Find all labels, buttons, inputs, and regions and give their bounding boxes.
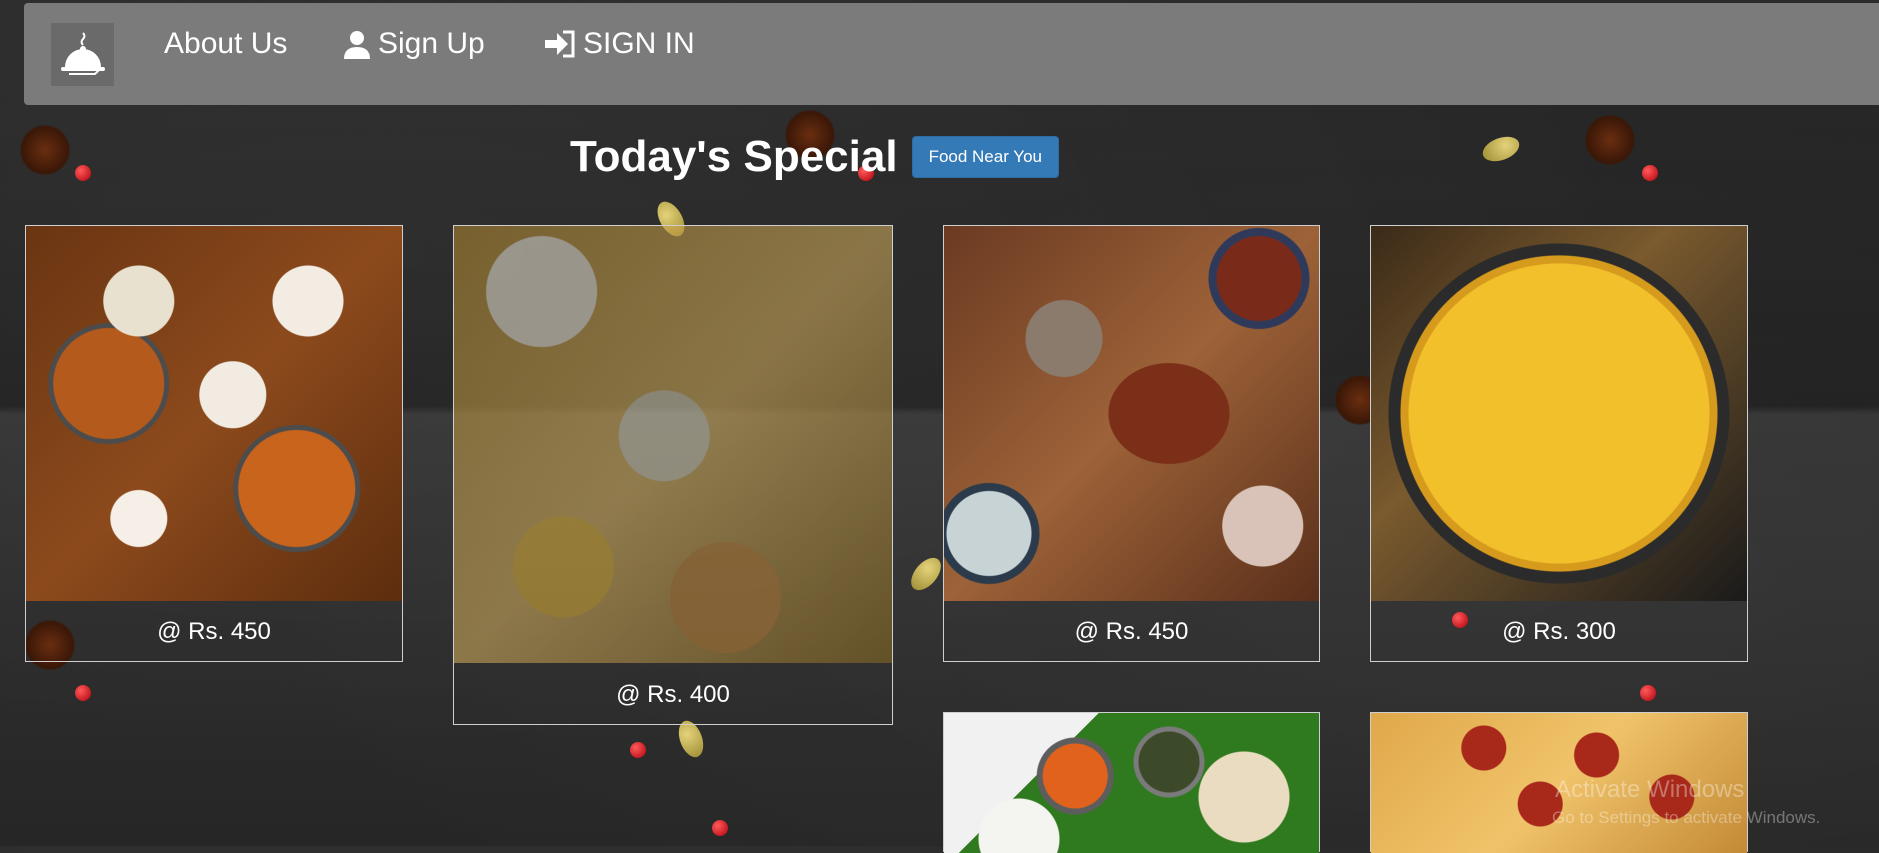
- nav-sign-up-label: Sign Up: [378, 27, 485, 60]
- nav-about-us[interactable]: About Us: [164, 27, 287, 61]
- food-card[interactable]: @ Rs. 300: [1370, 225, 1748, 662]
- berry-decor: [712, 820, 728, 836]
- user-icon: [344, 31, 370, 59]
- home-logo[interactable]: [51, 23, 114, 86]
- food-image: [944, 226, 1319, 601]
- sign-in-icon: [545, 30, 575, 58]
- nav-sign-in-label: SIGN IN: [583, 27, 695, 60]
- card-price: @ Rs. 450: [1074, 618, 1189, 645]
- navbar: About Us Sign Up SIGN IN: [24, 3, 1879, 105]
- berry-decor: [75, 685, 91, 701]
- card-price: @ Rs. 300: [1502, 618, 1616, 645]
- nav-sign-in[interactable]: SIGN IN: [543, 27, 695, 61]
- nav-about-label: About Us: [164, 27, 288, 60]
- food-card[interactable]: @ Rs. 450: [943, 225, 1320, 662]
- food-image: [26, 226, 402, 601]
- card-price: @ Rs. 450: [157, 618, 271, 645]
- food-near-you-button[interactable]: Food Near You: [911, 136, 1059, 178]
- card-price: @ Rs. 400: [616, 681, 730, 708]
- pod-decor: [905, 552, 947, 596]
- nav-sign-up[interactable]: Sign Up: [342, 27, 485, 61]
- section-heading: Today's Special Food Near You: [0, 132, 1879, 182]
- berry-decor: [1640, 685, 1656, 701]
- food-image: [944, 713, 1319, 853]
- activate-windows-title: Activate Windows: [1555, 776, 1745, 803]
- food-card[interactable]: [943, 712, 1320, 853]
- food-card[interactable]: @ Rs. 450: [25, 225, 403, 662]
- food-image: [454, 226, 892, 663]
- berry-decor: [630, 742, 646, 758]
- food-image: [1371, 226, 1747, 601]
- page-title: Today's Special: [570, 132, 898, 181]
- activate-windows-subtitle: Go to Settings to activate Windows.: [1552, 808, 1821, 827]
- food-card[interactable]: @ Rs. 400: [453, 225, 893, 725]
- cloche-logo-icon: [60, 31, 105, 75]
